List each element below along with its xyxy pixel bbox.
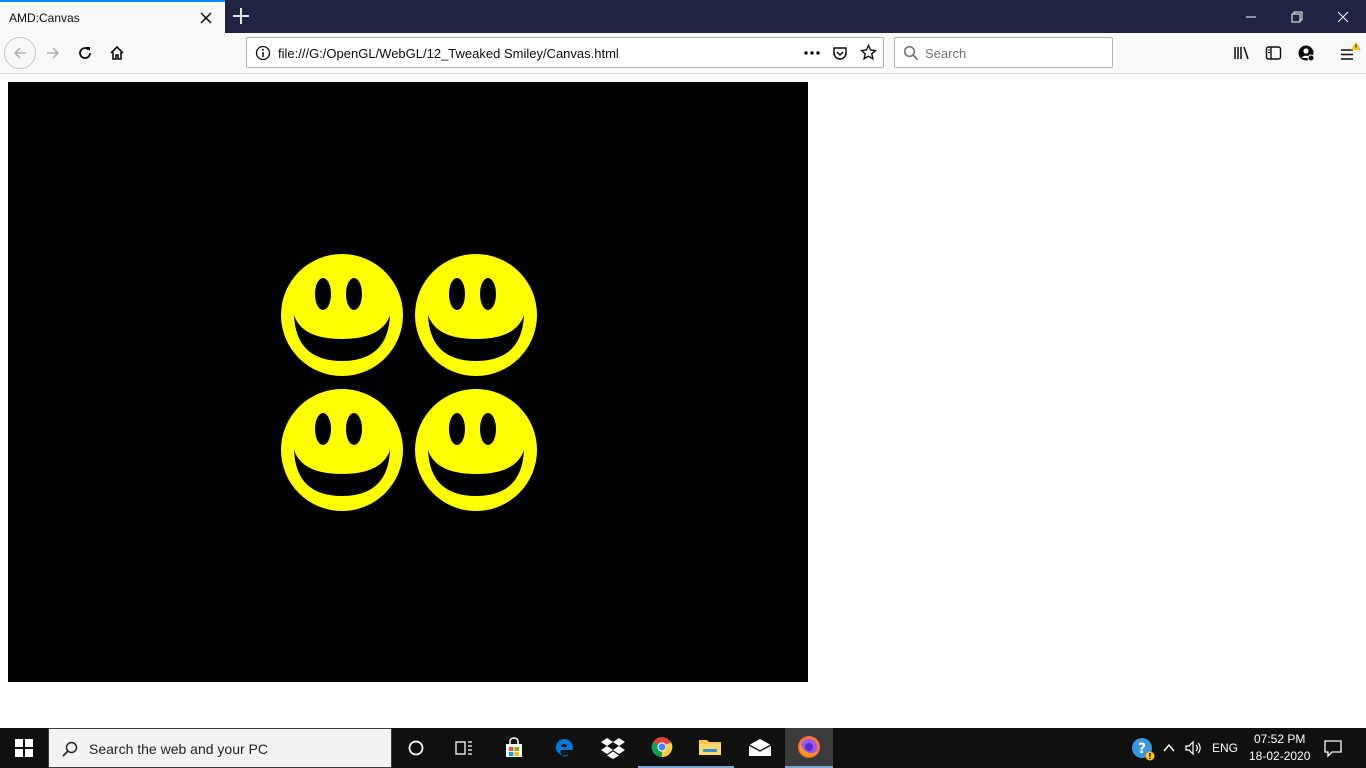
clock-time[interactable]: 07:52 PM: [1254, 732, 1305, 746]
tab-active[interactable]: AMD:Canvas: [0, 0, 225, 33]
taskbar: Search the web and your PC ?! ENG 07:52 …: [0, 728, 1366, 768]
chevron-up-icon[interactable]: [1162, 741, 1176, 755]
url-text: file:///G:/OpenGL/WebGL/12_Tweaked Smile…: [278, 46, 619, 61]
close-window-icon[interactable]: [1320, 0, 1366, 33]
library-icon[interactable]: [1233, 45, 1251, 61]
menu-icon[interactable]: [1338, 41, 1362, 65]
smiley-face-icon: [415, 389, 537, 511]
search-icon: [61, 740, 79, 758]
sidebar-icon[interactable]: [1265, 45, 1282, 61]
webgl-canvas: [8, 82, 808, 682]
close-tab-icon[interactable]: [199, 11, 213, 25]
home-icon[interactable]: [101, 37, 133, 69]
task-view-icon[interactable]: [440, 728, 488, 768]
tab-title: AMD:Canvas: [9, 11, 80, 25]
svg-text:!: !: [1148, 752, 1152, 761]
bookmark-star-icon[interactable]: [860, 44, 877, 61]
clock-date[interactable]: 18-02-2020: [1249, 749, 1310, 763]
cortana-icon[interactable]: [392, 728, 440, 768]
account-icon[interactable]: [1297, 44, 1315, 62]
back-icon[interactable]: [4, 37, 36, 69]
search-icon: [903, 45, 919, 61]
forward-icon[interactable]: [37, 37, 69, 69]
mail-icon[interactable]: [736, 728, 784, 768]
new-tab-icon[interactable]: [231, 6, 251, 26]
taskbar-search-input[interactable]: Search the web and your PC: [89, 741, 268, 757]
page-actions-icon[interactable]: [803, 45, 821, 61]
volume-icon[interactable]: [1185, 740, 1203, 756]
firefox-icon[interactable]: [785, 728, 833, 768]
url-bar[interactable]: file:///G:/OpenGL/WebGL/12_Tweaked Smile…: [246, 37, 884, 68]
reload-icon[interactable]: [69, 37, 101, 69]
help-notification-icon[interactable]: ?!: [1131, 737, 1155, 761]
smiley-face-icon: [281, 389, 403, 511]
page-content: [0, 74, 1366, 728]
chrome-icon[interactable]: [638, 728, 686, 768]
action-center-icon[interactable]: [1323, 738, 1343, 758]
edge-icon[interactable]: [540, 728, 588, 768]
dropbox-icon[interactable]: [589, 728, 637, 768]
windows-start-icon[interactable]: [0, 728, 48, 768]
svg-text:?: ?: [1138, 741, 1146, 757]
minimize-icon[interactable]: [1228, 0, 1274, 33]
restore-icon[interactable]: [1274, 0, 1320, 33]
tab-strip: AMD:Canvas: [0, 0, 1366, 33]
language-indicator[interactable]: ENG: [1212, 741, 1238, 755]
taskbar-search-box[interactable]: Search the web and your PC: [48, 728, 392, 768]
info-icon[interactable]: [255, 45, 271, 61]
search-bar[interactable]: Search: [894, 37, 1113, 68]
file-explorer-icon[interactable]: [686, 728, 734, 768]
store-icon[interactable]: [490, 728, 538, 768]
pocket-icon[interactable]: [832, 45, 848, 61]
smiley-face-icon: [281, 254, 403, 376]
navigation-toolbar: file:///G:/OpenGL/WebGL/12_Tweaked Smile…: [0, 33, 1366, 74]
search-input[interactable]: Search: [925, 46, 966, 61]
smiley-face-icon: [415, 254, 537, 376]
